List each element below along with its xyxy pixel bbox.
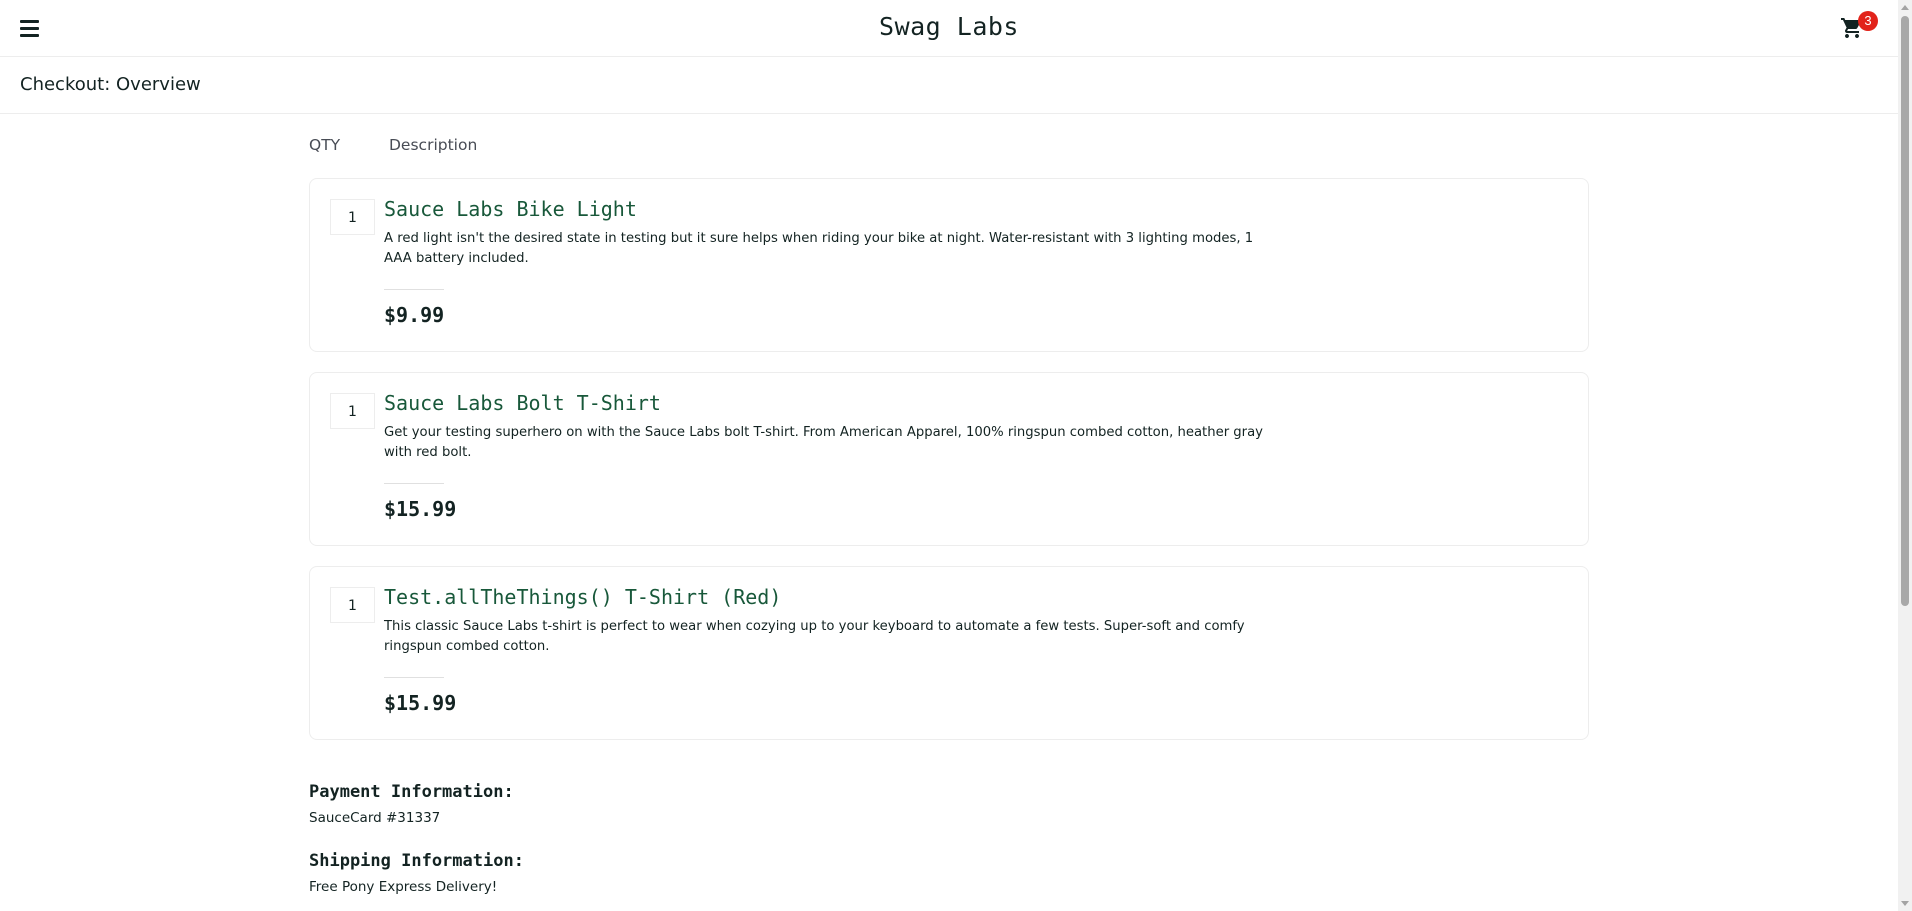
vertical-scrollbar[interactable] [1898, 0, 1912, 911]
item-quantity: 1 [330, 199, 375, 235]
shipping-info-label: Shipping Information: [309, 851, 524, 871]
item-description: A red light isn't the desired state in t… [384, 231, 1254, 266]
item-description: This classic Sauce Labs t-shirt is perfe… [384, 619, 1245, 654]
cart-list-header: QTY Description [309, 114, 1589, 178]
scrollbar-thumb[interactable] [1901, 16, 1909, 606]
secondary-header: Checkout: Overview [0, 57, 1898, 114]
checkout-summary: Payment Information: SauceCard #31337 Sh… [309, 780, 1209, 897]
item-name-link[interactable]: Sauce Labs Bolt T-Shirt [384, 391, 661, 415]
cart-list: QTY Description 1 Sauce Labs Bike Light … [309, 114, 1589, 760]
qty-column-label: QTY [309, 136, 341, 154]
cart-item: 1 Sauce Labs Bolt T-Shirt Get your testi… [309, 372, 1589, 546]
item-quantity: 1 [330, 587, 375, 623]
payment-info-value: SauceCard #31337 [309, 810, 441, 826]
price-divider [384, 483, 444, 484]
cart-item: 1 Sauce Labs Bike Light A red light isn'… [309, 178, 1589, 352]
item-name-link[interactable]: Sauce Labs Bike Light [384, 197, 637, 221]
payment-info-label: Payment Information: [309, 782, 514, 802]
price-divider [384, 677, 444, 678]
scroll-up-icon[interactable] [1901, 5, 1909, 10]
item-price: $15.99 [384, 497, 457, 521]
shipping-info-value: Free Pony Express Delivery! [309, 879, 498, 895]
page-title: Checkout: Overview [20, 74, 201, 95]
item-price: $15.99 [384, 691, 457, 715]
item-quantity: 1 [330, 393, 375, 429]
cart-item: 1 Test.allTheThings() T-Shirt (Red) This… [309, 566, 1589, 740]
scroll-down-icon[interactable] [1901, 901, 1909, 906]
app-logo: Swag Labs [879, 12, 1019, 41]
item-description: Get your testing superhero on with the S… [384, 425, 1263, 460]
item-name-link[interactable]: Test.allTheThings() T-Shirt (Red) [384, 585, 781, 609]
checkout-overview-page: Swag Labs 3 Checkout: Overview QTY Descr… [0, 0, 1912, 911]
shopping-cart-link[interactable]: 3 [1840, 11, 1880, 44]
description-column-label: Description [389, 136, 478, 154]
cart-badge: 3 [1858, 11, 1878, 31]
primary-header: Swag Labs 3 [0, 0, 1898, 57]
price-divider [384, 289, 444, 290]
item-price: $9.99 [384, 303, 445, 327]
